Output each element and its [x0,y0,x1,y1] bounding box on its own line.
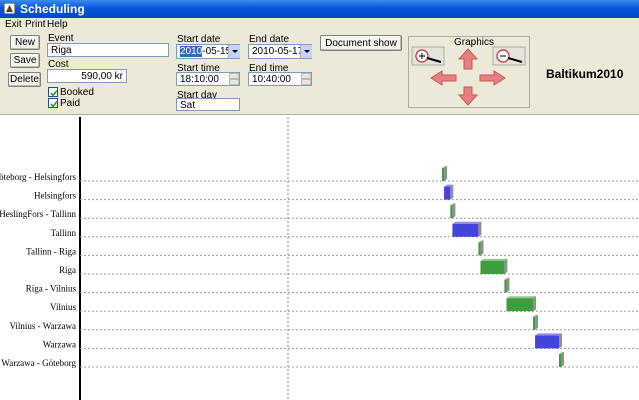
schedule-bar[interactable] [506,296,536,312]
schedule-bar[interactable] [442,166,448,181]
row-label: Vilnius - Warzawa [9,321,76,331]
cost-input[interactable]: 590,00 kr [47,69,127,83]
chevron-down-icon[interactable] [300,45,312,58]
zoom-in-icon[interactable] [411,46,445,66]
control-panel: New Save Delete Event Riga Cost 590,00 k… [0,31,639,115]
paid-label: Paid [60,98,81,109]
schedule-bar[interactable] [450,203,456,219]
end-time-spinner[interactable] [301,73,311,86]
row-label: Helsingfors [34,191,76,201]
brand-label: Baltikum2010 [546,67,624,81]
paid-checkbox[interactable] [48,98,58,108]
zoom-out-icon[interactable] [492,46,526,66]
schedule-bar[interactable] [504,277,510,293]
row-label: HeslingFors - Tallinn [0,209,76,219]
start-date-rest: -05-15 [202,46,232,57]
title-bar: Scheduling [0,0,639,18]
menu-help[interactable]: Help [47,19,68,30]
arrow-left-icon[interactable] [430,70,457,86]
row-label: Riga - Vilnius [26,284,77,294]
event-input[interactable]: Riga [47,43,169,57]
window-title: Scheduling [20,2,85,16]
schedule-chart: Göteborg - Helsingfors Helsingfors Hesling… [0,117,639,400]
save-button[interactable]: Save [10,53,40,68]
arrow-down-icon[interactable] [457,86,479,106]
row-label: Riga [59,265,76,275]
schedule-bar[interactable] [478,240,484,256]
checkmark-icon [50,101,58,108]
menu-print[interactable]: Print [25,19,46,30]
app-icon [4,3,15,14]
new-button[interactable]: New [10,35,40,50]
row-label: Göteborg - Helsingfors [0,172,76,182]
row-label: Tallinn - Riga [26,246,76,256]
graphics-group: Graphics [408,36,530,108]
row-label: Warzawa [43,339,76,349]
chevron-down-icon[interactable] [228,45,240,58]
booked-label: Booked [60,87,94,98]
schedule-bar[interactable] [444,184,454,200]
schedule-bar[interactable] [533,314,539,330]
row-label: Tallinn [51,228,77,238]
schedule-bar[interactable] [535,333,562,349]
row-label: Vilnius [50,302,76,312]
start-time-spinner[interactable] [229,73,239,86]
schedule-bar[interactable] [480,259,508,274]
start-date-selected-part: 2010 [180,46,203,57]
checkmark-icon [50,90,58,97]
arrow-up-icon[interactable] [457,48,479,70]
arrow-right-icon[interactable] [479,70,506,86]
menu-bar: Exit Print Help [0,18,639,31]
schedule-bar[interactable] [452,221,482,237]
start-day-input[interactable]: Sat [176,98,240,111]
menu-exit[interactable]: Exit [5,19,22,30]
delete-button[interactable]: Delete [8,72,41,87]
document-show-button[interactable]: Document show [320,35,402,51]
row-label: Warzawa - Göteborg [1,358,76,368]
booked-checkbox[interactable] [48,87,58,97]
schedule-bar[interactable] [559,352,564,367]
